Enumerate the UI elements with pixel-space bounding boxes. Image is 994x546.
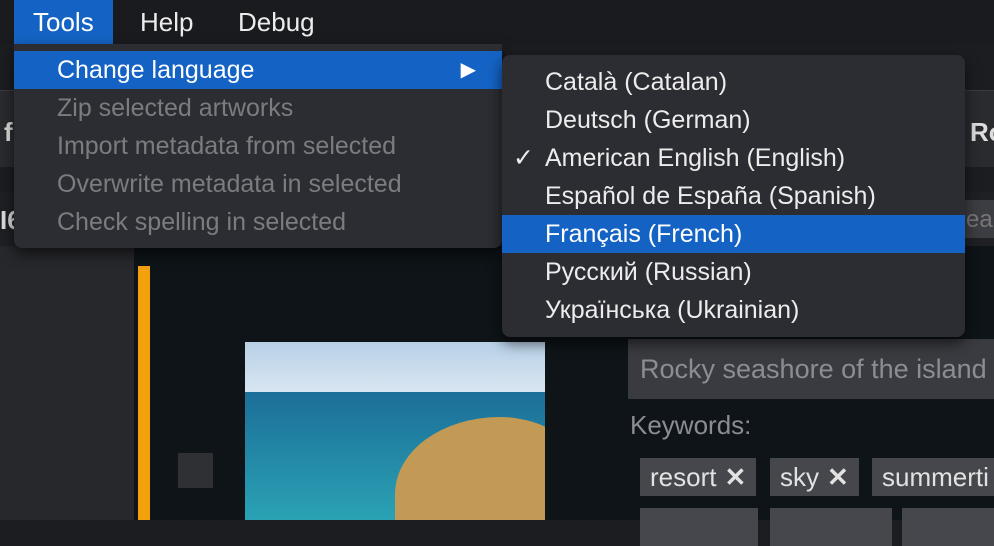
language-option-label: American English (English) (545, 144, 846, 172)
keyword-text: summerti (882, 462, 989, 492)
language-option-catalan[interactable]: Català (Catalan) (502, 63, 965, 101)
selection-marker (138, 266, 150, 520)
menu-item-change-language[interactable]: Change language ▶ (14, 51, 502, 89)
keyword-chip[interactable]: sky ✕ (770, 458, 859, 496)
submenu-arrow-icon: ▶ (460, 59, 476, 81)
keyword-chip[interactable] (770, 508, 892, 546)
language-option-russian[interactable]: Русский (Russian) (502, 253, 965, 291)
menu-tools[interactable]: Tools (14, 0, 113, 44)
tools-menu: Change language ▶ Zip selected artworks … (14, 44, 502, 248)
language-option-english[interactable]: ✓ American English (English) (502, 139, 965, 177)
keyword-text: resort (650, 462, 717, 492)
description-text: Rocky seashore of the island (640, 354, 987, 384)
menu-debug[interactable]: Debug (219, 0, 334, 44)
toolbar-left-label[interactable]: f (4, 117, 13, 148)
language-option-ukrainian[interactable]: Українська (Ukrainian) (502, 291, 965, 329)
artwork-thumbnail[interactable] (245, 342, 545, 520)
description-field[interactable]: Rocky seashore of the island (628, 339, 994, 399)
menubar: Tools Help Debug (0, 0, 994, 44)
language-submenu: Català (Catalan) Deutsch (German) ✓ Amer… (502, 55, 965, 337)
remove-keyword-icon[interactable]: ✕ (724, 462, 746, 492)
language-option-spanish[interactable]: Español de España (Spanish) (502, 177, 965, 215)
menu-help[interactable]: Help (121, 0, 212, 44)
search-field[interactable]: ea (960, 200, 994, 238)
toolbar-right-label[interactable]: Ro (970, 117, 994, 148)
menu-item-overwrite-metadata: Overwrite metadata in selected (57, 170, 402, 198)
menu-item-label: Change language (57, 56, 255, 84)
menu-item-zip-selected: Zip selected artworks (57, 94, 294, 122)
keyword-chip[interactable] (902, 508, 994, 546)
thumbnail-sky (245, 342, 545, 392)
language-option-german[interactable]: Deutsch (German) (502, 101, 965, 139)
artwork-checkbox[interactable] (178, 453, 213, 488)
language-option-french[interactable]: Français (French) (502, 215, 965, 253)
keyword-chip[interactable]: resort ✕ (640, 458, 757, 496)
menu-item-import-metadata: Import metadata from selected (57, 132, 397, 160)
sidebar (0, 246, 134, 520)
checkmark-icon: ✓ (513, 144, 534, 172)
keyword-chip[interactable]: summerti (872, 458, 994, 496)
search-field-text: ea (966, 206, 993, 233)
keyword-text: sky (780, 462, 819, 492)
keyword-chip[interactable] (640, 508, 758, 546)
keywords-label: Keywords: (630, 410, 752, 440)
remove-keyword-icon[interactable]: ✕ (827, 462, 849, 492)
menu-item-check-spelling: Check spelling in selected (57, 208, 347, 236)
